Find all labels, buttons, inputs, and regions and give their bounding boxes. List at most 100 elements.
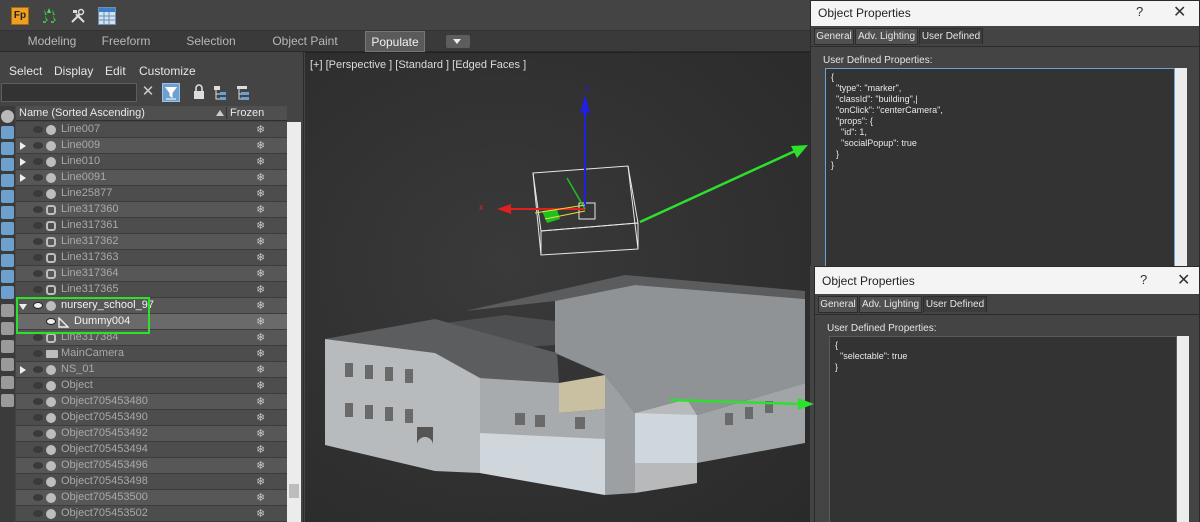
geometry-icon[interactable] [1, 110, 14, 123]
visibility-eye-icon[interactable] [33, 126, 43, 133]
select-all-icon[interactable] [1, 322, 14, 335]
expand-arrow-icon[interactable] [20, 158, 26, 166]
list-item[interactable]: Object705453502 ❄ [16, 506, 287, 522]
list-item[interactable]: Object705453500 ❄ [16, 490, 287, 506]
menu-display[interactable]: Display [54, 64, 93, 78]
list-item[interactable]: Object705453498 ❄ [16, 474, 287, 490]
frozen-toggle-icon[interactable]: ❄ [256, 491, 265, 504]
list-item[interactable]: Line317363 ❄ [16, 250, 287, 266]
list-item[interactable]: Line0091 ❄ [16, 170, 287, 186]
frozen-toggle-icon[interactable]: ❄ [256, 267, 265, 280]
udp-scrollbar[interactable] [1177, 336, 1189, 522]
visibility-eye-icon[interactable] [33, 398, 43, 405]
scrollbar-thumb[interactable] [289, 484, 299, 498]
visibility-eye-icon[interactable] [33, 478, 43, 485]
menu-edit[interactable]: Edit [105, 64, 126, 78]
frozen-toggle-icon[interactable]: ❄ [256, 411, 265, 424]
frozen-toggle-icon[interactable]: ❄ [256, 395, 265, 408]
bracket-icon[interactable] [1, 394, 14, 407]
filter-icon[interactable] [162, 83, 180, 102]
frozen-toggle-icon[interactable]: ❄ [256, 347, 265, 360]
visibility-eye-icon[interactable] [33, 382, 43, 389]
frozen-toggle-icon[interactable]: ❄ [256, 443, 265, 456]
frozen-toggle-icon[interactable]: ❄ [256, 331, 265, 344]
tab-general[interactable]: General [818, 296, 858, 313]
visibility-eye-icon[interactable] [33, 206, 43, 213]
tree-icon[interactable] [40, 7, 58, 25]
list-item[interactable]: Object705453494 ❄ [16, 442, 287, 458]
help-button[interactable]: ? [1136, 4, 1143, 19]
list-item[interactable]: Line317364 ❄ [16, 266, 287, 282]
list-icon[interactable] [1, 304, 14, 317]
layer-hierarchy-icon[interactable] [234, 83, 252, 102]
tab-general[interactable]: General [814, 28, 854, 45]
space-warp-icon[interactable] [1, 190, 14, 203]
visibility-eye-icon[interactable] [33, 158, 43, 165]
expand-arrow-icon[interactable] [20, 366, 26, 374]
visibility-eye-icon[interactable] [33, 366, 43, 373]
udp-text-area[interactable]: { "type": "marker", "classId": "building… [825, 68, 1175, 268]
list-scrollbar[interactable] [287, 122, 301, 522]
visibility-eye-icon[interactable] [33, 174, 43, 181]
visibility-eye-icon[interactable] [33, 286, 43, 293]
visibility-eye-icon[interactable] [33, 446, 43, 453]
hierarchy-icon[interactable] [211, 83, 229, 102]
frozen-toggle-icon[interactable]: ❄ [256, 459, 265, 472]
tab-user-defined[interactable]: User Defined [923, 296, 987, 313]
visibility-eye-icon[interactable] [33, 494, 43, 501]
tools-icon[interactable] [69, 7, 87, 25]
column-header-frozen[interactable]: Frozen [226, 107, 264, 119]
funnel-icon[interactable] [1, 376, 14, 389]
visibility-eye-icon[interactable] [33, 190, 43, 197]
udp-scrollbar[interactable] [1175, 68, 1187, 268]
viewport-label[interactable]: [+] [Perspective ] [Standard ] [Edged Fa… [310, 59, 526, 71]
tab-freeform[interactable]: Freeform [96, 31, 156, 52]
tab-user-defined[interactable]: User Defined [919, 28, 983, 45]
shape-icon[interactable] [1, 126, 14, 139]
helper-icon[interactable] [1, 174, 14, 187]
list-item[interactable]: Line007 ❄ [16, 122, 287, 138]
help-button[interactable]: ? [1140, 272, 1147, 287]
visibility-eye-icon[interactable] [33, 350, 43, 357]
xref-icon[interactable] [1, 222, 14, 235]
frozen-toggle-icon[interactable]: ❄ [256, 219, 265, 232]
list-item[interactable]: NS_01 ❄ [16, 362, 287, 378]
list-item[interactable]: Object ❄ [16, 378, 287, 394]
frozen-toggle-icon[interactable]: ❄ [256, 379, 265, 392]
udp-text-area[interactable]: { "selectable": true } [829, 336, 1177, 522]
filter-toggle-icon[interactable] [1, 358, 14, 371]
container-icon[interactable] [1, 254, 14, 267]
visibility-eye-icon[interactable] [33, 462, 43, 469]
list-item[interactable]: Object705453490 ❄ [16, 410, 287, 426]
frozen-toggle-icon[interactable]: ❄ [256, 187, 265, 200]
search-input[interactable] [1, 83, 137, 102]
group-icon[interactable] [1, 206, 14, 219]
list-item[interactable]: Object705453480 ❄ [16, 394, 287, 410]
frozen-toggle-icon[interactable]: ❄ [256, 315, 265, 328]
visibility-eye-icon[interactable] [33, 430, 43, 437]
tab-modeling[interactable]: Modeling [18, 31, 86, 52]
frozen-toggle-icon[interactable]: ❄ [256, 251, 265, 264]
list-item[interactable]: Line25877 ❄ [16, 186, 287, 202]
lock-icon[interactable] [190, 83, 208, 102]
expand-arrow-icon[interactable] [20, 174, 26, 182]
fp-plugin-icon[interactable]: Fp [11, 7, 29, 25]
frozen-toggle-icon[interactable]: ❄ [256, 427, 265, 440]
expand-arrow-icon[interactable] [20, 142, 26, 150]
frozen-icon[interactable] [1, 270, 14, 283]
tab-adv-lighting[interactable]: Adv. Lighting [855, 28, 918, 45]
list-item[interactable]: Line009 ❄ [16, 138, 287, 154]
table-icon[interactable] [98, 7, 116, 25]
frozen-toggle-icon[interactable]: ❄ [256, 475, 265, 488]
close-button[interactable]: ✕ [1173, 2, 1186, 22]
list-item[interactable]: Line317360 ❄ [16, 202, 287, 218]
menu-customize[interactable]: Customize [139, 64, 196, 78]
list-item[interactable]: MainCamera ❄ [16, 346, 287, 362]
visibility-eye-icon[interactable] [33, 142, 43, 149]
frozen-toggle-icon[interactable]: ❄ [256, 283, 265, 296]
frozen-toggle-icon[interactable]: ❄ [256, 235, 265, 248]
column-header-name[interactable]: Name (Sorted Ascending) [19, 107, 145, 119]
menu-select[interactable]: Select [9, 64, 42, 78]
camera-icon[interactable] [1, 158, 14, 171]
tab-selection[interactable]: Selection [180, 31, 242, 52]
